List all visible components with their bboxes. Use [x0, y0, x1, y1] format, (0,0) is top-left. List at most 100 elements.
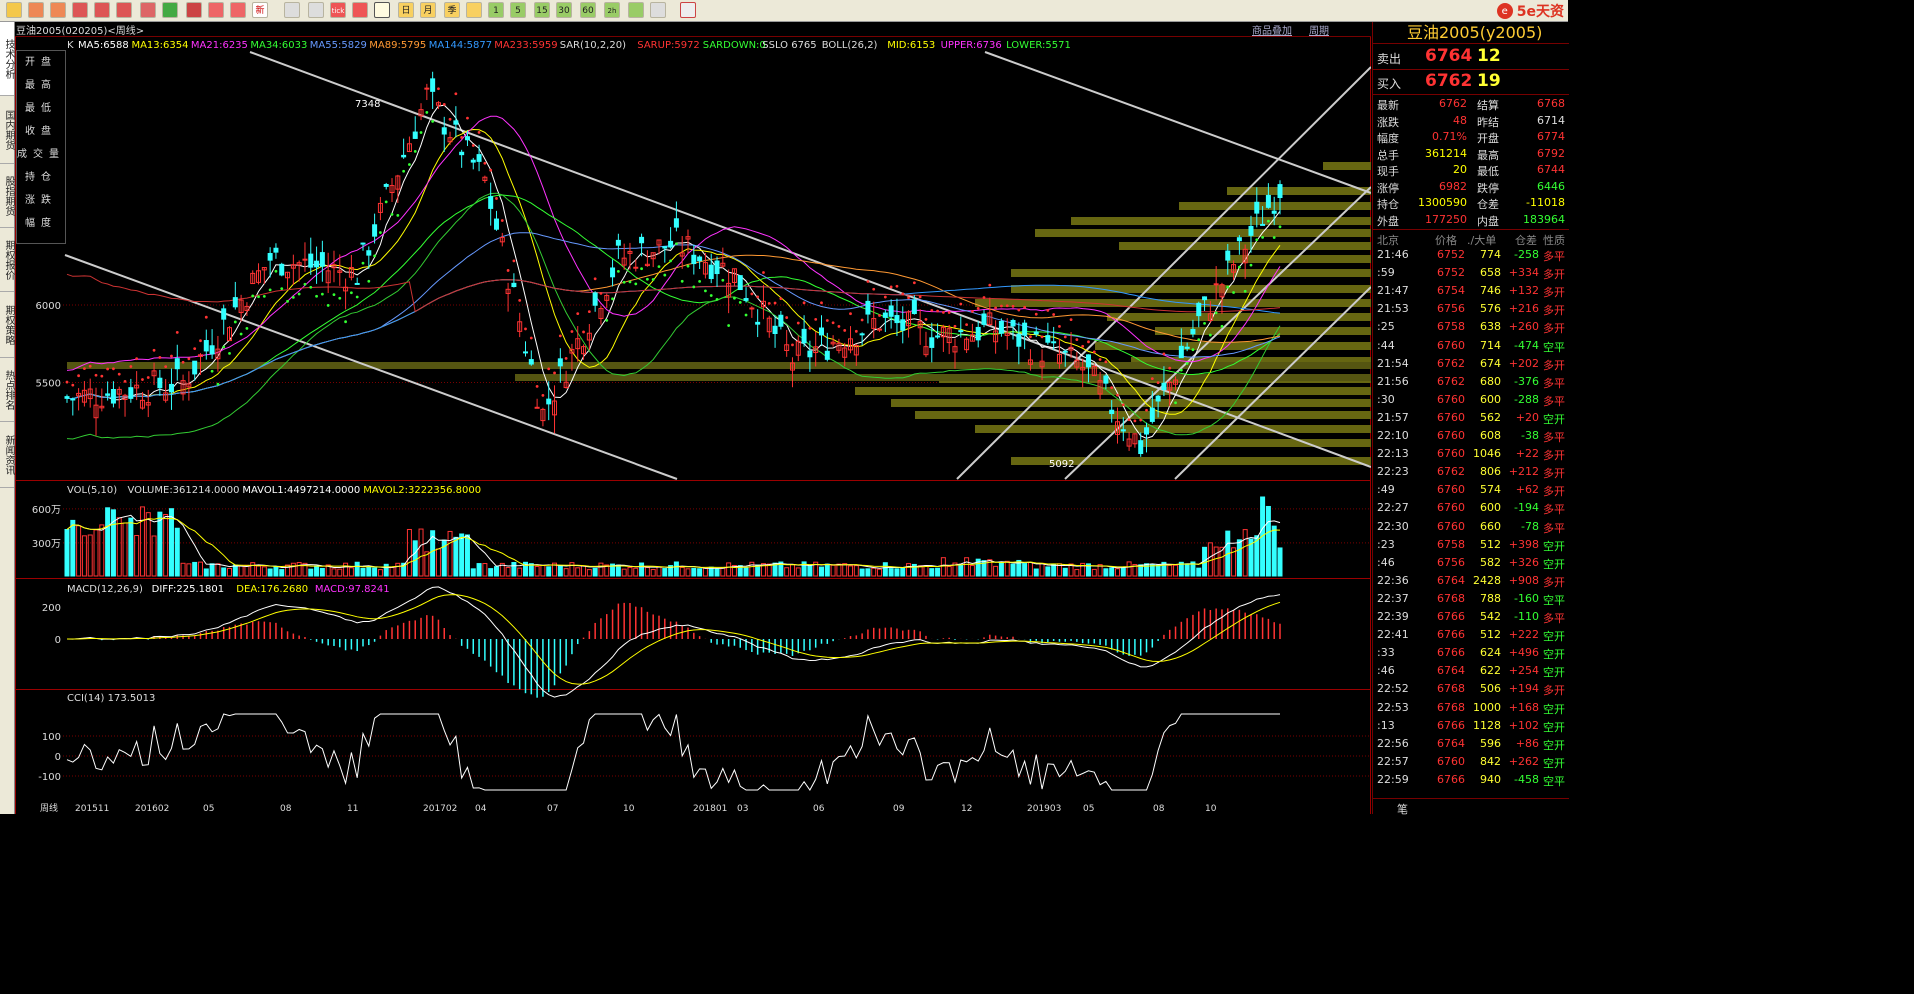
kline-icon[interactable] — [352, 2, 368, 18]
window-icon[interactable] — [140, 2, 156, 18]
info-row: 收盘 — [25, 126, 57, 137]
sar-dot — [976, 307, 980, 310]
volume-bar — [877, 568, 883, 577]
x-button[interactable] — [466, 2, 482, 18]
table-icon[interactable] — [284, 2, 300, 18]
volume-bar — [1033, 568, 1039, 577]
period-1-button[interactable]: 1 — [488, 2, 504, 18]
tab-options-strategy[interactable]: 期权策略 — [0, 292, 14, 358]
period-5-button[interactable]: 5 — [510, 2, 526, 18]
day-button[interactable]: 日 — [398, 2, 414, 18]
filter-icon[interactable] — [230, 2, 246, 18]
tab-options-quotes[interactable]: 期权报价 — [0, 228, 14, 292]
candle-body — [110, 388, 116, 404]
tick-price: 6764 — [1437, 736, 1465, 750]
sar-dot — [431, 119, 435, 123]
volume-profile-bar — [1179, 202, 1371, 210]
sar-dot — [210, 369, 214, 373]
tick-time: 21:46 — [1377, 248, 1409, 261]
tab-domestic-futures[interactable]: 国内期货 — [0, 96, 14, 164]
paint-icon[interactable] — [186, 2, 202, 18]
sar-dot — [390, 212, 394, 216]
line-chart-icon[interactable] — [308, 2, 324, 18]
candle-body — [1085, 354, 1091, 368]
indicator-label: SARUP:5972 — [637, 40, 700, 51]
stat-value: 6774 — [1537, 130, 1565, 143]
tab-technical[interactable]: 技术分析 — [0, 22, 14, 96]
sar-dot — [965, 323, 968, 326]
sar-dot — [1191, 348, 1195, 352]
kline-chart[interactable]: K MA5:6588 MA13:6354 MA21:6235 MA34:6033 MA55… — [15, 37, 1371, 814]
home-icon[interactable] — [6, 2, 22, 18]
volume-bar — [87, 534, 93, 577]
sar-dot — [349, 291, 353, 295]
indicator-label: MA34:6033 — [250, 40, 307, 51]
brush-icon[interactable] — [208, 2, 224, 18]
volume-bar — [482, 563, 488, 577]
tick-change: -38 — [1521, 429, 1539, 442]
check-box-icon[interactable] — [650, 2, 666, 18]
sar-dot — [587, 310, 591, 313]
volume-bar — [1242, 529, 1248, 577]
quote-stat-row: 涨跌 48 昨结 6714 — [1373, 113, 1569, 130]
period-link[interactable]: 周期 — [1309, 22, 1329, 37]
layout-icon[interactable] — [162, 2, 178, 18]
tick-change: +62 — [1515, 483, 1539, 497]
indicator-label: SAR(10,2,20) — [560, 40, 626, 51]
volume-header: VOL(5,10) — [67, 485, 117, 496]
tick-nature: 多平 — [1543, 431, 1565, 444]
period-15-button[interactable]: 15 — [534, 2, 550, 18]
sar-dot — [1058, 324, 1061, 328]
back-icon[interactable] — [28, 2, 44, 18]
forward-icon[interactable] — [50, 2, 66, 18]
volume-bar — [331, 568, 337, 577]
overlay-link[interactable]: 商品叠加 — [1252, 22, 1292, 37]
month-button[interactable]: 月 — [420, 2, 436, 18]
candle-body — [441, 127, 447, 135]
candle-body — [894, 315, 900, 324]
tick-price: 6760 — [1437, 754, 1465, 768]
volume-bar — [517, 567, 523, 577]
cci-axis-label: 100 — [42, 732, 61, 743]
tab-news[interactable]: 新闻资讯 — [0, 422, 14, 488]
tab-index-futures[interactable]: 股指期货 — [0, 164, 14, 228]
volume-bar — [180, 562, 186, 577]
candle-body — [708, 264, 714, 280]
tick-change: +908 — [1508, 573, 1539, 587]
x-axis-label: 12 — [961, 804, 972, 814]
toolbar: 新 tick 日 月 季 1 5 15 30 60 2h e 5e天资 — [0, 0, 1568, 22]
doc-icon[interactable] — [680, 2, 696, 18]
volume-bar — [1126, 561, 1132, 577]
sar-dot — [1272, 236, 1276, 239]
tick-nature: 空开 — [1543, 666, 1565, 680]
sar-dot — [628, 280, 632, 284]
vol-axis-label: 300万 — [32, 539, 61, 550]
volume-bar — [830, 564, 836, 577]
tick-nature: 多平 — [1543, 612, 1565, 625]
sar-dot — [535, 384, 539, 388]
season-button[interactable]: 季 — [444, 2, 460, 18]
check-icon[interactable] — [628, 2, 644, 18]
zoom-out-icon[interactable] — [116, 2, 132, 18]
tick-button[interactable]: tick — [330, 2, 346, 18]
ask-price: 6764 — [1425, 46, 1473, 66]
zoom-in-icon[interactable] — [94, 2, 110, 18]
period-30-button[interactable]: 30 — [556, 2, 572, 18]
tick-volume: 658 — [1480, 266, 1501, 280]
sar-dot — [907, 296, 910, 300]
candle-body — [401, 154, 407, 158]
volume-bar — [232, 564, 238, 577]
sar-dot — [477, 130, 481, 134]
period-60-button[interactable]: 60 — [580, 2, 596, 18]
new-button[interactable]: 新 — [252, 2, 268, 18]
period-2h-button[interactable]: 2h — [604, 2, 620, 18]
week-button[interactable] — [374, 2, 390, 18]
volume-bar — [923, 565, 929, 577]
search-icon[interactable] — [72, 2, 88, 18]
stat-label: 开盘 — [1477, 132, 1499, 145]
tick-nature: 空开 — [1543, 539, 1565, 553]
tick-row: 22:36 6764 2428 +908 多开 — [1373, 572, 1569, 590]
tick-volume: 624 — [1480, 646, 1501, 660]
volume-bar — [1114, 568, 1120, 577]
tab-hot-ranking[interactable]: 热点排名 — [0, 358, 14, 422]
